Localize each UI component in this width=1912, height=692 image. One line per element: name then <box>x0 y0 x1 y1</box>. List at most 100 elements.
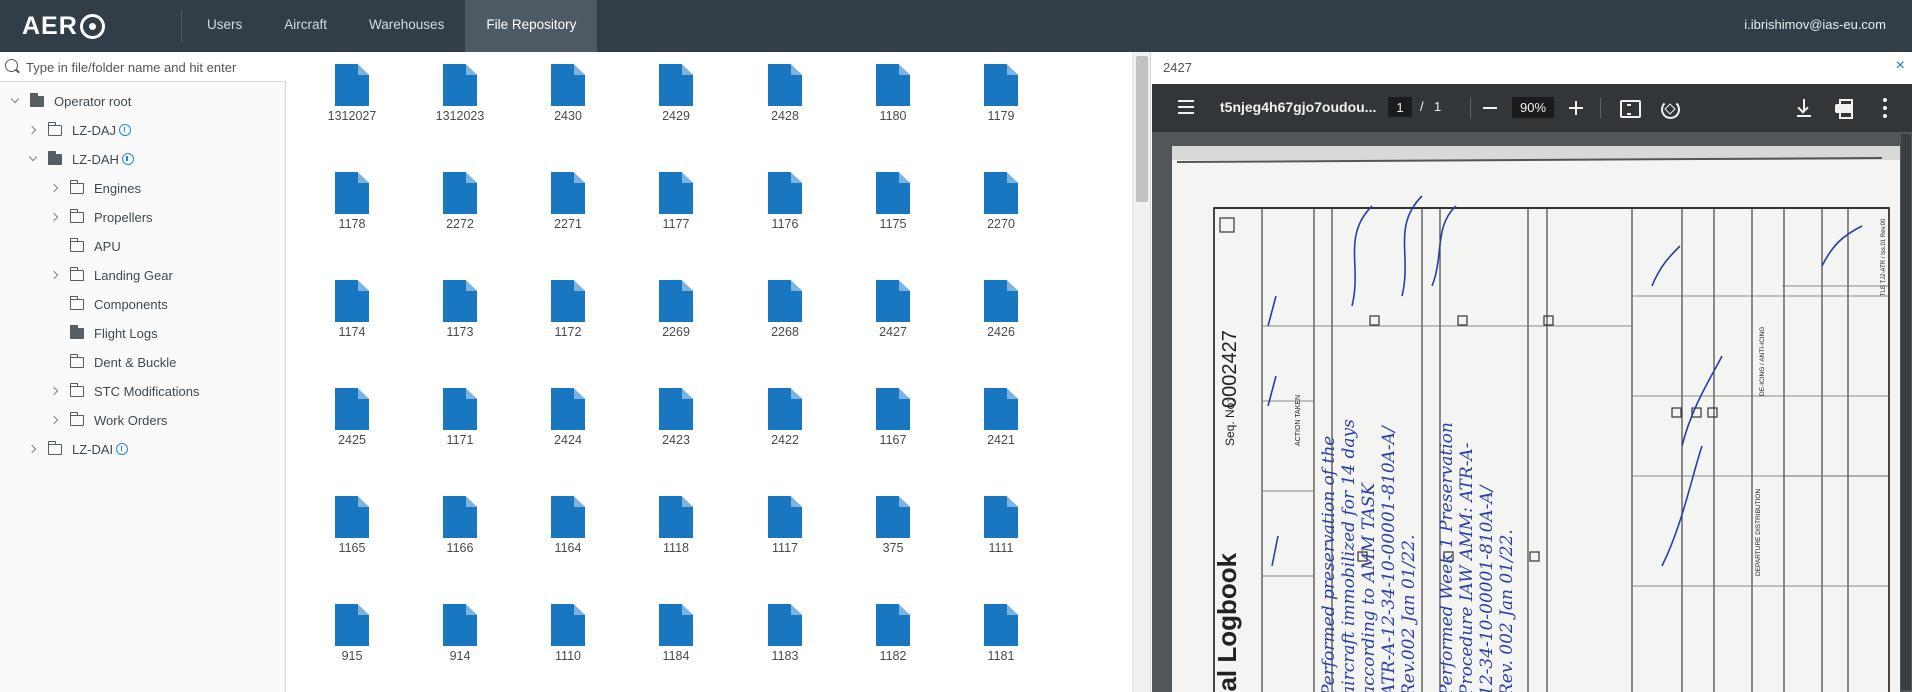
file-tile[interactable]: 915 <box>307 592 397 663</box>
file-tile[interactable]: 2425 <box>307 376 397 447</box>
file-label: 2269 <box>662 325 690 339</box>
pdf-scrollbar[interactable] <box>1901 134 1911 690</box>
zoom-out-icon[interactable] <box>1478 96 1502 120</box>
nav-tab-file-repository[interactable]: File Repository <box>465 0 598 52</box>
file-tile[interactable]: 1180 <box>848 52 938 123</box>
file-label: 1111 <box>988 541 1014 555</box>
file-tile[interactable]: 1312027 <box>307 52 397 123</box>
file-tile[interactable]: 1183 <box>740 592 830 663</box>
tree-item-landing-gear[interactable]: Landing Gear <box>50 264 173 286</box>
aero-logo[interactable]: AER <box>22 12 105 40</box>
file-label: 2425 <box>338 433 366 447</box>
chevron-right-icon[interactable] <box>28 125 38 135</box>
rotate-icon[interactable] <box>1657 96 1681 120</box>
pdf-canvas[interactable]: cal Logbook Seq. No: 0002427 ACTION TAKE… <box>1152 132 1912 692</box>
tree-item-lz-dai[interactable]: LZ-DAI <box>28 438 129 460</box>
scan-handwriting-9: Rev. 002 Jan 01/22. <box>1497 529 1517 692</box>
file-tile[interactable]: 2271 <box>523 160 613 231</box>
file-tile[interactable]: 2269 <box>631 268 721 339</box>
chevron-right-icon[interactable] <box>50 183 60 193</box>
download-icon[interactable] <box>1792 96 1816 120</box>
file-tile[interactable]: 1118 <box>631 484 721 555</box>
file-tile[interactable]: 1110 <box>523 592 613 663</box>
chevron-right-icon[interactable] <box>50 212 60 222</box>
file-icon <box>768 280 802 322</box>
chevron-down-icon[interactable] <box>10 96 20 106</box>
tree-item-engines[interactable]: Engines <box>50 177 141 199</box>
file-tile[interactable]: 2427 <box>848 268 938 339</box>
nav-tab-users[interactable]: Users <box>186 0 263 52</box>
file-tile[interactable]: 1174 <box>307 268 397 339</box>
file-tile[interactable]: 2422 <box>740 376 830 447</box>
file-tile[interactable]: 1312023 <box>415 52 505 123</box>
file-tile[interactable]: 2429 <box>631 52 721 123</box>
file-tile[interactable]: 1172 <box>523 268 613 339</box>
fit-page-icon[interactable] <box>1617 96 1641 120</box>
nav-tab-warehouses[interactable]: Warehouses <box>348 0 465 52</box>
file-tile[interactable]: 1176 <box>740 160 830 231</box>
file-tile[interactable]: 1165 <box>307 484 397 555</box>
file-label: 1117 <box>772 541 798 555</box>
search-input[interactable] <box>26 56 281 78</box>
zoom-in-icon[interactable] <box>1564 96 1588 120</box>
chevron-down-icon[interactable] <box>28 154 38 164</box>
page-number-input[interactable] <box>1388 97 1412 117</box>
more-options-icon[interactable] <box>1873 96 1897 120</box>
file-tile[interactable]: 1167 <box>848 376 938 447</box>
file-tile[interactable]: 1166 <box>415 484 505 555</box>
tree-item-flight-logs[interactable]: Flight Logs <box>50 322 158 344</box>
chevron-right-icon[interactable] <box>50 415 60 425</box>
scan-handwriting-5: Rev.002 Jan 01/22. <box>1399 535 1419 692</box>
zoom-level[interactable]: 90% <box>1512 97 1554 118</box>
chevron-right-icon[interactable] <box>50 386 60 396</box>
file-tile[interactable]: 914 <box>415 592 505 663</box>
file-label: 2422 <box>771 433 799 447</box>
file-tile[interactable]: 2421 <box>956 376 1046 447</box>
chevron-right-icon[interactable] <box>50 270 60 280</box>
menu-icon[interactable] <box>1178 100 1194 114</box>
chevron-right-icon[interactable] <box>28 444 38 454</box>
tree-item-propellers[interactable]: Propellers <box>50 206 153 228</box>
tree-item-stc-modifications[interactable]: STC Modifications <box>50 380 199 402</box>
file-icon <box>984 388 1018 430</box>
file-tile[interactable]: 2270 <box>956 160 1046 231</box>
file-tile[interactable]: 2430 <box>523 52 613 123</box>
file-tile[interactable]: 1182 <box>848 592 938 663</box>
file-tile[interactable]: 1181 <box>956 592 1046 663</box>
file-tile[interactable]: 2426 <box>956 268 1046 339</box>
file-tile[interactable]: 2268 <box>740 268 830 339</box>
user-email[interactable]: i.ibrishimov@ias-eu.com <box>1744 17 1886 32</box>
tree-item-lz-dah[interactable]: LZ-DAH <box>28 148 134 170</box>
file-tile[interactable]: 2428 <box>740 52 830 123</box>
file-label: 1180 <box>879 109 907 123</box>
preview-pane: 2427 × t5njeg4h67gjo7oudou... / 1 90% <box>1150 52 1912 692</box>
file-tile[interactable]: 1177 <box>631 160 721 231</box>
file-tile[interactable]: 2272 <box>415 160 505 231</box>
print-icon[interactable] <box>1832 96 1856 120</box>
file-tile[interactable]: 1184 <box>631 592 721 663</box>
file-tile[interactable]: 1178 <box>307 160 397 231</box>
close-icon[interactable]: × <box>1896 57 1905 75</box>
file-label: 2428 <box>771 109 799 123</box>
file-tile[interactable]: 1164 <box>523 484 613 555</box>
file-grid-scrollbar[interactable] <box>1132 52 1150 692</box>
tree-item-components[interactable]: Components <box>50 293 168 315</box>
tree-item-dent-buckle[interactable]: Dent & Buckle <box>50 351 176 373</box>
file-tile[interactable]: 1117 <box>740 484 830 555</box>
file-tile[interactable]: 1111 <box>956 484 1046 555</box>
scrollbar-thumb[interactable] <box>1136 56 1148 202</box>
file-tile[interactable]: 1175 <box>848 160 938 231</box>
tree-item-work-orders[interactable]: Work Orders <box>50 409 167 431</box>
file-tile[interactable]: 375 <box>848 484 938 555</box>
file-tile[interactable]: 2423 <box>631 376 721 447</box>
tree-item-operator-root[interactable]: Operator root <box>10 90 131 112</box>
tree-item-lz-daj[interactable]: LZ-DAJ <box>28 119 132 141</box>
file-icon <box>659 604 693 646</box>
file-tile[interactable]: 1171 <box>415 376 505 447</box>
file-tile[interactable]: 1179 <box>956 52 1046 123</box>
file-tile[interactable]: 2424 <box>523 376 613 447</box>
nav-tab-aircraft[interactable]: Aircraft <box>263 0 348 52</box>
file-tile[interactable]: 1173 <box>415 268 505 339</box>
tree-item-apu[interactable]: APU <box>50 235 121 257</box>
file-label: 1118 <box>663 541 689 555</box>
